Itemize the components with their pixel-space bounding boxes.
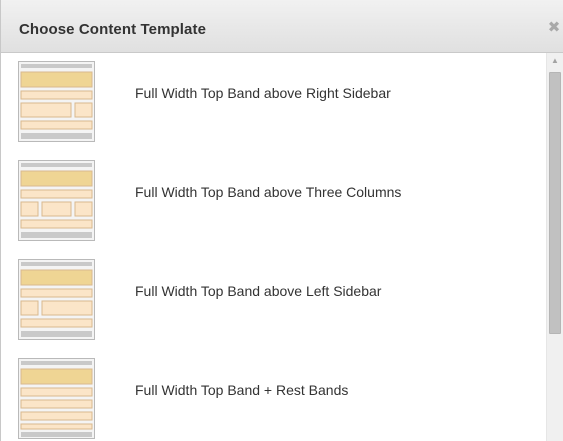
- scrollbar-thumb[interactable]: [549, 72, 561, 334]
- template-item-three-columns[interactable]: Full Width Top Band above Three Columns: [1, 152, 548, 242]
- template-item-right-sidebar[interactable]: Full Width Top Band above Right Sidebar: [1, 53, 548, 143]
- layout-left-sidebar-icon: [20, 262, 93, 337]
- layout-right-sidebar-icon: [20, 64, 93, 139]
- template-thumbnail-left-sidebar-icon: [18, 259, 95, 340]
- template-list: Full Width Top Band above Right Sidebar …: [1, 53, 548, 441]
- template-thumbnail-rest-bands-icon: [18, 358, 95, 439]
- dialog-title: Choose Content Template: [19, 21, 207, 38]
- template-label: Full Width Top Band above Right Sidebar: [135, 85, 391, 101]
- dialog-titlebar: Choose Content Template ✖: [1, 0, 563, 53]
- template-thumbnail-three-columns-icon: [18, 160, 95, 241]
- template-thumbnail-right-sidebar-icon: [18, 61, 95, 142]
- layout-rest-bands-icon: [20, 361, 93, 437]
- template-item-left-sidebar[interactable]: Full Width Top Band above Left Sidebar: [1, 251, 548, 341]
- template-label: Full Width Top Band above Left Sidebar: [135, 283, 382, 299]
- template-label: Full Width Top Band + Rest Bands: [135, 382, 349, 398]
- layout-three-columns-icon: [20, 163, 93, 238]
- close-icon[interactable]: ✖: [546, 19, 562, 37]
- vertical-scrollbar[interactable]: ▲: [546, 53, 563, 441]
- template-label: Full Width Top Band above Three Columns: [135, 184, 402, 200]
- choose-content-template-dialog: Choose Content Template ✖ Full Width Top…: [0, 0, 563, 441]
- template-item-rest-bands[interactable]: Full Width Top Band + Rest Bands: [1, 350, 548, 440]
- scroll-up-arrow-icon[interactable]: ▲: [547, 53, 563, 69]
